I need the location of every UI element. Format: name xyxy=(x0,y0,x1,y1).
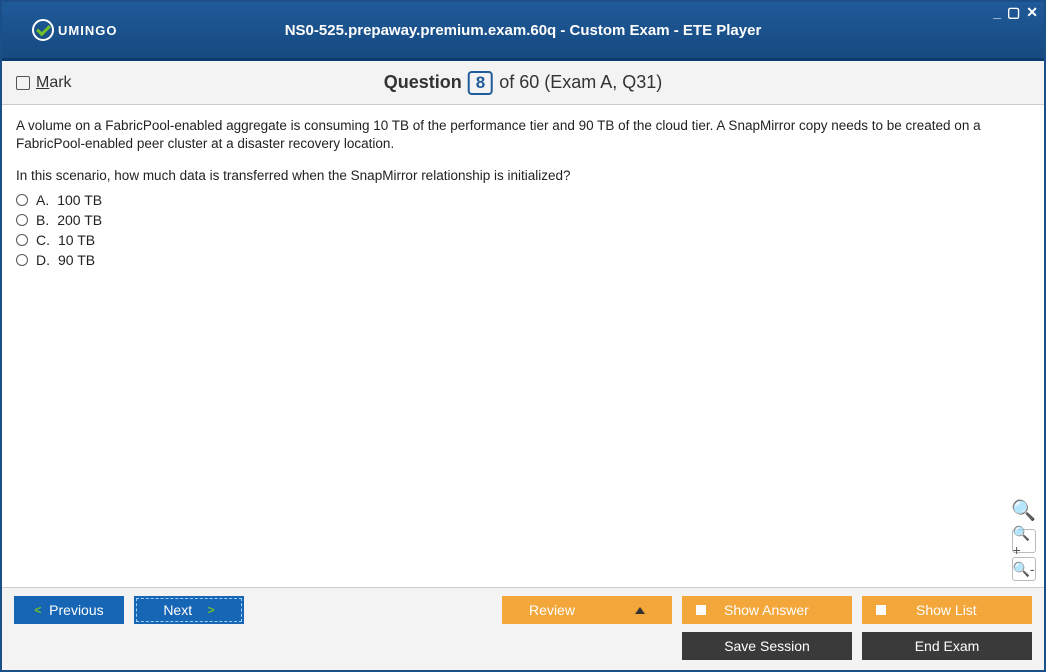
question-total: of 60 (Exam A, Q31) xyxy=(499,72,662,93)
question-stem-1: A volume on a FabricPool-enabled aggrega… xyxy=(16,117,1030,153)
radio-icon xyxy=(16,254,28,266)
option-a[interactable]: A. 100 TB xyxy=(16,190,1030,210)
search-icon[interactable]: 🔍 xyxy=(1011,498,1036,523)
show-list-label: Show List xyxy=(916,602,977,618)
zoom-in-button[interactable]: 🔍+ xyxy=(1012,529,1036,553)
window-controls: _ ▢ ✕ xyxy=(993,4,1038,21)
option-text: 10 TB xyxy=(58,232,95,248)
option-b[interactable]: B. 200 TB xyxy=(16,210,1030,230)
question-header: Mark Question 8 of 60 (Exam A, Q31) xyxy=(2,61,1044,105)
footer-row-1: < Previous Next > Review Show Answer Sho… xyxy=(14,596,1032,624)
question-content: A volume on a FabricPool-enabled aggrega… xyxy=(2,105,1044,587)
save-session-button[interactable]: Save Session xyxy=(682,632,852,660)
footer: < Previous Next > Review Show Answer Sho… xyxy=(2,587,1044,670)
answer-options: A. 100 TB B. 200 TB C. 10 TB D. 90 TB xyxy=(16,190,1030,270)
option-letter: D. xyxy=(36,252,50,268)
mark-checkbox[interactable]: Mark xyxy=(16,74,72,92)
radio-icon xyxy=(16,214,28,226)
close-button[interactable]: ✕ xyxy=(1026,4,1038,21)
zoom-controls: 🔍 🔍+ 🔍- xyxy=(1011,498,1036,581)
review-button[interactable]: Review xyxy=(502,596,672,624)
square-icon xyxy=(696,605,706,615)
option-c[interactable]: C. 10 TB xyxy=(16,230,1030,250)
question-stem-2: In this scenario, how much data is trans… xyxy=(16,167,1030,185)
chevron-right-icon: > xyxy=(208,603,215,617)
option-text: 100 TB xyxy=(57,192,102,208)
show-list-button[interactable]: Show List xyxy=(862,596,1032,624)
question-number-input[interactable]: 8 xyxy=(468,71,493,95)
save-session-label: Save Session xyxy=(724,638,810,654)
titlebar: UMINGO NS0-525.prepaway.premium.exam.60q… xyxy=(2,2,1044,58)
end-exam-button[interactable]: End Exam xyxy=(862,632,1032,660)
chevron-left-icon: < xyxy=(34,603,41,617)
previous-label: Previous xyxy=(49,602,103,618)
logo-text: UMINGO xyxy=(58,23,117,38)
mark-label: Mark xyxy=(36,74,72,92)
radio-icon xyxy=(16,194,28,206)
triangle-up-icon xyxy=(635,607,645,614)
radio-icon xyxy=(16,234,28,246)
footer-row-2: Save Session End Exam xyxy=(14,632,1032,660)
option-letter: C. xyxy=(36,232,50,248)
review-label: Review xyxy=(529,602,575,618)
end-exam-label: End Exam xyxy=(915,638,980,654)
option-text: 90 TB xyxy=(58,252,95,268)
app-logo: UMINGO xyxy=(32,19,117,41)
option-text: 200 TB xyxy=(57,212,102,228)
show-answer-button[interactable]: Show Answer xyxy=(682,596,852,624)
show-answer-label: Show Answer xyxy=(724,602,809,618)
previous-button[interactable]: < Previous xyxy=(14,596,124,624)
minimize-button[interactable]: _ xyxy=(993,4,1001,21)
next-button[interactable]: Next > xyxy=(134,596,244,624)
window-title: NS0-525.prepaway.premium.exam.60q - Cust… xyxy=(285,22,762,39)
logo-check-icon xyxy=(32,19,54,41)
zoom-out-button[interactable]: 🔍- xyxy=(1012,557,1036,581)
maximize-button[interactable]: ▢ xyxy=(1007,4,1020,21)
checkbox-icon xyxy=(16,76,30,90)
next-label: Next xyxy=(163,602,192,618)
question-position: Question 8 of 60 (Exam A, Q31) xyxy=(384,71,663,95)
option-letter: A. xyxy=(36,192,49,208)
option-d[interactable]: D. 90 TB xyxy=(16,250,1030,270)
square-icon xyxy=(876,605,886,615)
option-letter: B. xyxy=(36,212,49,228)
question-word: Question xyxy=(384,72,462,93)
